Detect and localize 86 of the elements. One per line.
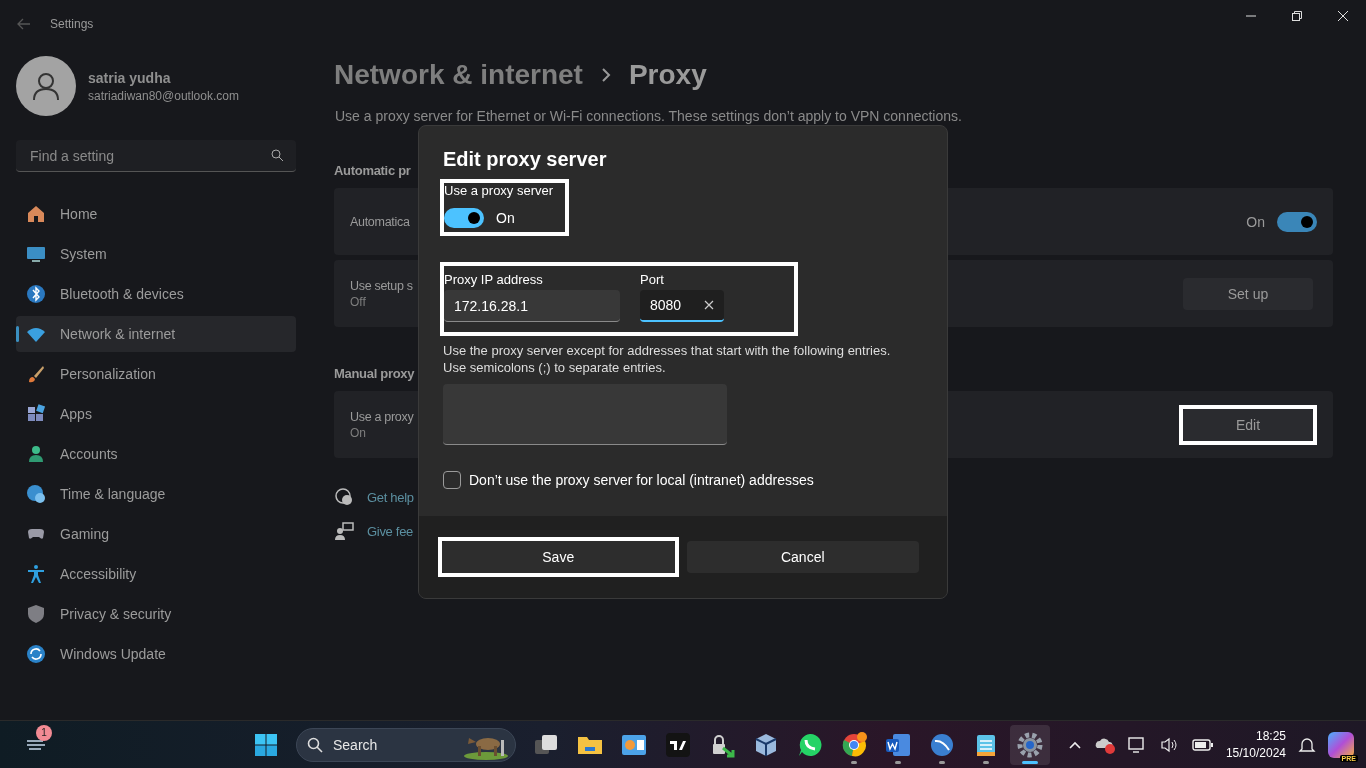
nav-item[interactable]: Network & internet	[16, 316, 296, 352]
nav-item[interactable]: Accounts	[16, 436, 296, 472]
chart-logo-icon	[665, 731, 691, 758]
notification-badge: 1	[36, 724, 52, 741]
refresh-icon	[26, 644, 46, 664]
browser-icon	[841, 731, 867, 758]
nav-item[interactable]: Home	[16, 196, 296, 232]
taskbar-app[interactable]	[1010, 724, 1050, 765]
nav-item[interactable]: Personalization	[16, 356, 296, 392]
nav-item[interactable]: Windows Update	[16, 636, 296, 672]
toggle-state: On	[496, 210, 515, 226]
nav-item[interactable]: Apps	[16, 396, 296, 432]
user-name: satria yudha	[88, 69, 172, 86]
setting-button[interactable]: Edit	[1183, 408, 1313, 441]
apps-icon	[26, 404, 46, 424]
search-icon	[307, 736, 323, 753]
restore-icon[interactable]	[1292, 11, 1302, 21]
section-heading: Manual proxy	[334, 366, 415, 381]
setting-button[interactable]: Set up	[1183, 277, 1313, 310]
window-title: Settings	[50, 17, 94, 31]
setting-title: Use a proxy	[350, 409, 414, 424]
dialog-title: Edit proxy server	[443, 148, 608, 171]
gear-icon	[1017, 731, 1043, 758]
search-field[interactable]: Find a setting	[28, 146, 271, 165]
toggle-switch[interactable]	[1277, 211, 1317, 232]
page-description: Use a proxy server for Ethernet or Wi-Fi connections. These settings don’t apply to VPN connections.	[335, 108, 963, 124]
checkbox[interactable]	[443, 471, 461, 489]
clear-icon[interactable]	[704, 300, 714, 310]
checkbox-label: Don’t use the proxy server for local (intranet) addresses	[469, 472, 814, 488]
chevron-icon	[600, 68, 611, 82]
widgets-button[interactable]: 1	[16, 724, 56, 765]
document-icon	[885, 731, 911, 758]
bluetooth-icon	[26, 284, 46, 304]
house-icon	[26, 204, 46, 224]
ip-address-field[interactable]: 172.16.28.1	[454, 297, 610, 314]
help-link[interactable]: Get help	[367, 489, 414, 505]
toggle-switch[interactable]	[444, 208, 484, 228]
back-arrow-icon[interactable]	[16, 16, 32, 32]
chevron-up-icon[interactable]	[1067, 739, 1082, 750]
dialog-button[interactable]: Cancel	[686, 541, 919, 573]
close-icon[interactable]	[1338, 11, 1348, 21]
help-link[interactable]: Give fee	[367, 523, 413, 539]
nav-item[interactable]: Gaming	[16, 516, 296, 552]
dialog-button[interactable]: Save	[442, 541, 675, 573]
toggle-label: Use a proxy server	[444, 183, 554, 198]
port-field[interactable]: 8080	[640, 290, 724, 322]
taskbar-search[interactable]: Search	[296, 727, 516, 762]
chat-bubble-icon	[797, 731, 823, 758]
avatar	[16, 56, 76, 116]
shield-icon	[26, 604, 46, 624]
feedback-icon	[334, 521, 354, 541]
user-email: satriadiwan80@outlook.com	[88, 88, 239, 103]
clock[interactable]: 18:25 15/10/2024	[1225, 727, 1286, 762]
figure-icon	[26, 564, 46, 584]
page-title: Proxy	[628, 59, 707, 91]
windows-icon	[254, 732, 278, 757]
setting-status: On	[350, 425, 367, 440]
setting-title: Use setup s	[350, 278, 413, 293]
monitor-icon	[26, 244, 46, 264]
bell-icon[interactable]	[1298, 735, 1316, 754]
cube-icon	[753, 731, 779, 758]
battery-icon[interactable]	[1191, 737, 1214, 752]
globe-icon	[26, 484, 46, 504]
toggle-state: On	[1246, 213, 1265, 230]
field-label: Port	[640, 272, 665, 287]
brush-icon	[26, 364, 46, 384]
volume-icon[interactable]	[1159, 735, 1180, 754]
person-icon	[26, 444, 46, 464]
nav-item[interactable]: Bluetooth & devices	[16, 276, 296, 312]
nav-item[interactable]: Time & language	[16, 476, 296, 512]
exceptions-hint: Use the proxy server except for addresses that start with the following entries. Use semicolons (;) to separate entries.	[443, 342, 892, 376]
nav-item[interactable]: System	[16, 236, 296, 272]
setting-title: Automatica	[350, 214, 410, 229]
port-field[interactable]: 8080	[650, 297, 704, 313]
ip-address-field[interactable]: 172.16.28.1	[444, 290, 620, 322]
setting-status: Off	[350, 294, 367, 309]
search-field[interactable]: Find a setting	[16, 140, 296, 172]
wind-icon	[27, 739, 45, 750]
exceptions-field[interactable]	[443, 384, 727, 445]
section-heading: Automatic pr	[334, 163, 411, 178]
field-label: Proxy IP address	[444, 272, 544, 287]
nav-item[interactable]: Privacy & security	[16, 596, 296, 632]
nav-item[interactable]: Accessibility	[16, 556, 296, 592]
circle-logo-icon	[929, 731, 955, 758]
search-icon	[271, 149, 284, 162]
breadcrumb-parent[interactable]: Network & internet	[334, 59, 583, 91]
